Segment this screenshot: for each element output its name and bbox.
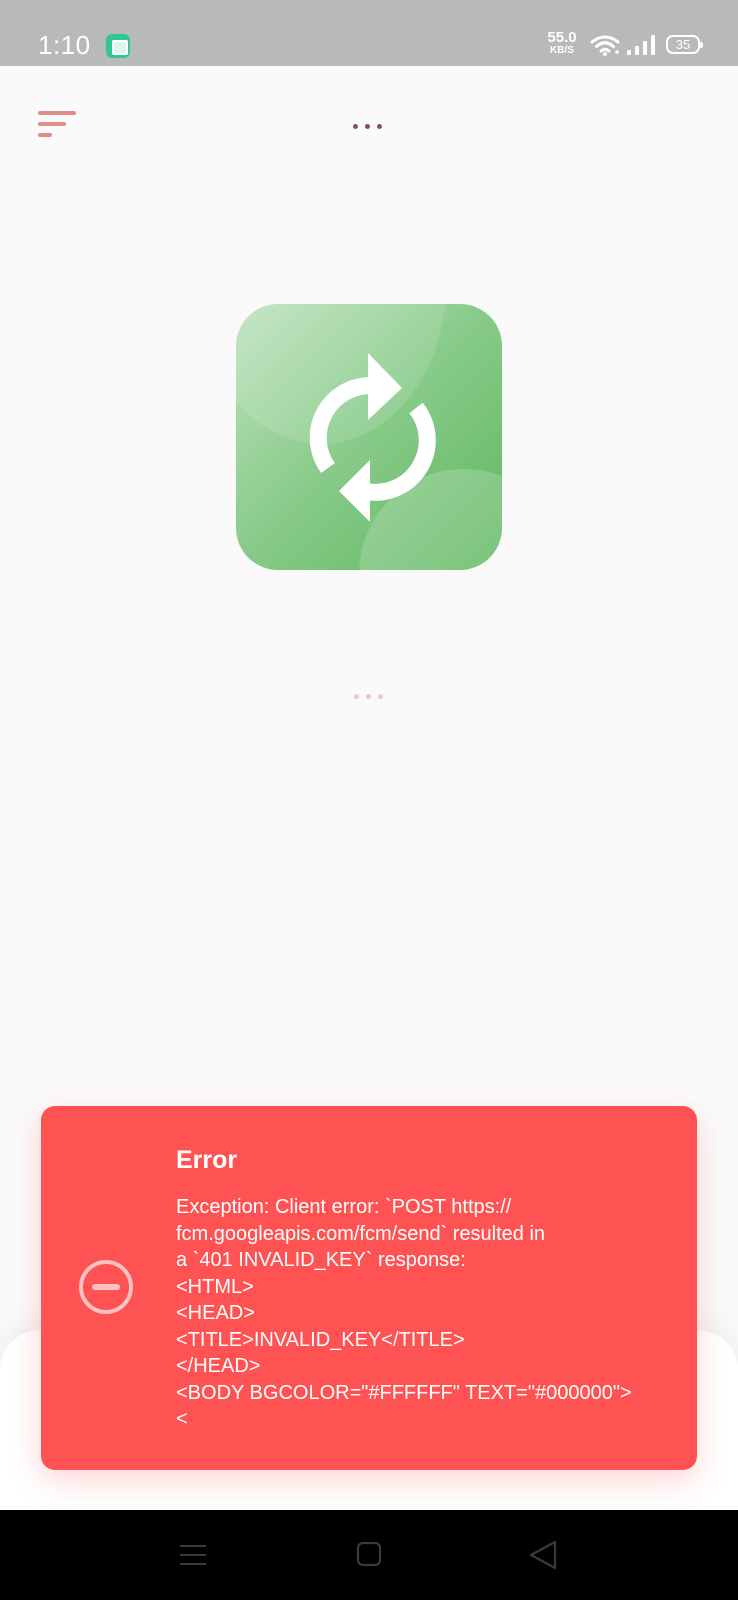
cell-signal-icon [627, 35, 655, 55]
battery-indicator: 35 [666, 35, 703, 54]
back-button[interactable] [504, 1510, 584, 1600]
network-speed-unit: KB/S [550, 45, 574, 56]
notification-app-icon [106, 34, 130, 58]
navigation-bar [0, 1510, 738, 1600]
sync-refresh-icon [309, 353, 436, 522]
toast-title: Error [176, 1146, 238, 1174]
network-speed-value: 55.0 [547, 29, 577, 46]
loading-dots [352, 694, 388, 702]
toast-message: Exception: Client error: `POST https:// … [176, 1196, 632, 1430]
app-logo [236, 304, 502, 570]
more-options-button[interactable] [350, 124, 386, 134]
home-icon [356, 1541, 382, 1567]
status-time: 1:10 [38, 30, 91, 60]
minus-circle-icon [79, 1260, 133, 1314]
back-icon [529, 1540, 557, 1570]
recents-icon [180, 1545, 206, 1565]
status-bar: 1:10 55.0 KB/S 35 [0, 0, 738, 66]
wifi-icon [590, 35, 620, 56]
sort-menu-icon[interactable] [36, 108, 80, 138]
recents-button[interactable] [153, 1510, 233, 1600]
error-toast[interactable]: Error Exception: Client error: `POST htt… [41, 1106, 697, 1470]
home-button[interactable] [329, 1510, 409, 1600]
network-speed: 55.0 KB/S [542, 30, 582, 56]
